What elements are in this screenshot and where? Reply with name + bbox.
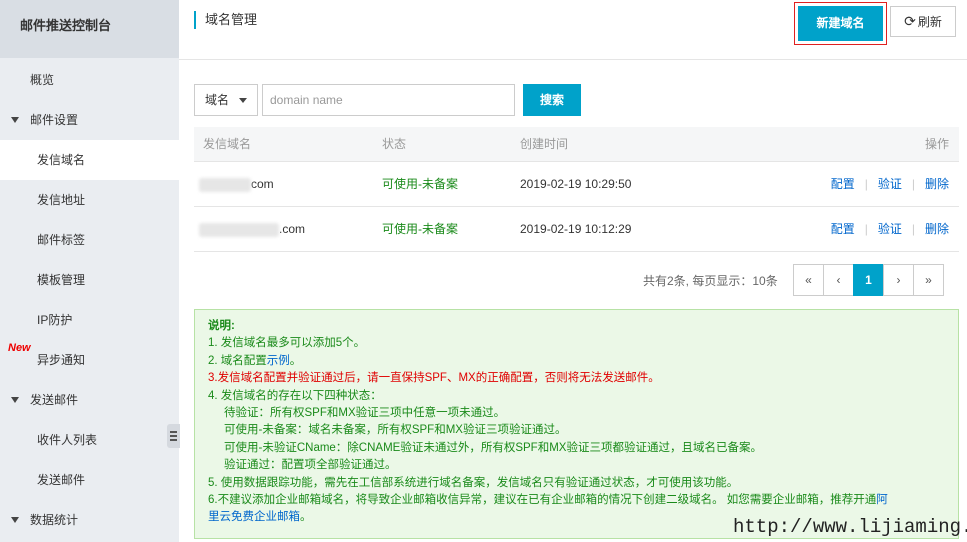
caret-down-icon <box>11 397 19 403</box>
sidebar-group-send-mail[interactable]: 发送邮件 <box>0 380 179 420</box>
page-header: 域名管理 新建域名 ⟳ 刷新 <box>179 0 967 60</box>
notice-subline: 可使用-未验证CName：除CNAME验证未通过外，所有权SPF和MX验证三项都… <box>224 441 762 454</box>
col-ops: 操作 <box>924 137 949 151</box>
notice-line: 4. 发信域名的存在以下四种状态： <box>208 389 382 402</box>
ops-cell: 配置 | 验证 | 删除 <box>830 222 949 236</box>
watermark: http://www.lijiaming.net <box>733 516 967 538</box>
prev-page-button[interactable]: ‹ <box>823 264 854 296</box>
refresh-button[interactable]: ⟳ 刷新 <box>890 6 956 37</box>
chevron-down-icon <box>239 98 247 103</box>
notice-line: 6.不建议添加企业邮箱域名，将导致企业邮箱收信异常，建议在已有企业邮箱的情况下创… <box>208 494 888 507</box>
verify-link[interactable]: 验证 <box>878 177 902 191</box>
page-title: 域名管理 <box>194 11 257 29</box>
new-badge: New <box>8 342 31 354</box>
sidebar-item-templates[interactable]: 模板管理 <box>0 260 179 300</box>
notice-line: 1. 发信域名最多可以添加5个。 <box>208 337 366 350</box>
table-row: .com 可使用-未备案 2019-02-19 10:12:29 配置 | 验证 | 删… <box>194 207 959 252</box>
status-cell: 可使用-未备案 <box>382 177 458 191</box>
notice-subline: 可使用-未备案：域名未备案，所有权SPF和MX验证三项验证通过。 <box>224 424 567 437</box>
notice-title: 说明: <box>208 320 235 332</box>
pagination-info: 共有2条, 每页显示：10条 <box>643 274 778 288</box>
caret-down-icon <box>11 117 19 123</box>
col-domain: 发信域名 <box>203 137 252 151</box>
configure-link[interactable]: 配置 <box>831 177 855 191</box>
example-link[interactable]: 示例 <box>267 355 290 367</box>
page-1-button[interactable]: 1 <box>853 264 884 296</box>
enterprise-mail-link[interactable]: 里云免费企业邮箱 <box>208 511 300 523</box>
next-page-button[interactable]: › <box>883 264 914 296</box>
sidebar-item-recipient-list[interactable]: 收件人列表 <box>0 420 179 460</box>
new-domain-button[interactable]: 新建域名 <box>798 6 883 41</box>
table-row: com 可使用-未备案 2019-02-19 10:29:50 配置 | 验证 | 删除 <box>194 162 959 207</box>
sidebar-group-mail-settings[interactable]: 邮件设置 <box>0 100 179 140</box>
search-input[interactable] <box>262 84 515 116</box>
sidebar-item-send-mail[interactable]: 发送邮件 <box>0 460 179 500</box>
delete-link[interactable]: 删除 <box>925 177 949 191</box>
delete-link[interactable]: 删除 <box>925 222 949 236</box>
ops-cell: 配置 | 验证 | 删除 <box>830 177 949 191</box>
sidebar-collapse-handle[interactable] <box>167 424 180 448</box>
domain-table: 发信域名 状态 创建时间 操作 com 可使用-未备案 2019-02-19 1… <box>194 127 959 252</box>
redacted-blur <box>199 222 279 237</box>
sidebar-group-label: 邮件设置 <box>30 113 79 127</box>
notice-warning: 3.发信域名配置并验证通过后，请一直保持SPF、MX的正确配置，否则将无法发送邮… <box>208 372 660 385</box>
pagination: « ‹ 1 › » <box>793 264 944 296</box>
sidebar-item-ip-protection[interactable]: IP防护 <box>0 300 179 340</box>
new-domain-highlight: 新建域名 <box>794 2 887 45</box>
domain-text: .com <box>279 222 306 236</box>
col-created: 创建时间 <box>520 137 569 151</box>
last-page-button[interactable]: » <box>913 264 944 296</box>
first-page-button[interactable]: « <box>793 264 824 296</box>
refresh-icon: ⟳ <box>904 13 916 29</box>
sidebar-item-mail-tags[interactable]: 邮件标签 <box>0 220 179 260</box>
caret-down-icon <box>11 517 19 523</box>
search-field-select[interactable]: 域名 <box>194 84 258 116</box>
search-field-value: 域名 <box>205 93 230 107</box>
sidebar-item-sender-address[interactable]: 发信地址 <box>0 180 179 220</box>
configure-link[interactable]: 配置 <box>831 222 855 236</box>
redacted-blur <box>199 177 251 192</box>
console-title: 邮件推送控制台 <box>0 0 179 58</box>
notice-line: 2. 域名配置示例。 <box>208 354 302 367</box>
notice-line: 5. 使用数据跟踪功能，需先在工信部系统进行域名备案，发信域名只有验证通过状态，… <box>208 476 739 489</box>
sidebar-group-label: 数据统计 <box>30 513 79 527</box>
domain-cell: .com <box>199 207 305 252</box>
notice-subline: 验证通过：配置项全部验证通过。 <box>224 459 397 472</box>
sidebar-item-overview[interactable]: 概览 <box>0 60 179 100</box>
notice-box: 说明: 1. 发信域名最多可以添加5个。 2. 域名配置示例。 3.发信域名配置… <box>194 309 959 539</box>
sidebar-group-label: 发送邮件 <box>30 393 79 407</box>
col-status: 状态 <box>382 137 407 151</box>
sidebar: 邮件推送控制台 概览 邮件设置 发信域名 发信地址 邮件标签 模板管理 IP防护… <box>0 0 180 542</box>
table-header: 发信域名 状态 创建时间 操作 <box>194 127 959 162</box>
notice-subline: 待验证：所有权SPF和MX验证三项中任意一项未通过。 <box>224 407 506 420</box>
search-button[interactable]: 搜索 <box>523 84 581 116</box>
sidebar-item-sender-domain[interactable]: 发信域名 <box>0 140 179 180</box>
domain-text: com <box>251 177 274 191</box>
created-cell: 2019-02-19 10:12:29 <box>520 222 632 236</box>
status-cell: 可使用-未备案 <box>382 222 458 236</box>
verify-link[interactable]: 验证 <box>878 222 902 236</box>
refresh-label: 刷新 <box>917 15 942 29</box>
created-cell: 2019-02-19 10:29:50 <box>520 177 632 191</box>
enterprise-mail-link[interactable]: 阿 <box>876 494 888 506</box>
domain-cell: com <box>199 162 274 207</box>
sidebar-group-statistics[interactable]: 数据统计 <box>0 500 179 540</box>
